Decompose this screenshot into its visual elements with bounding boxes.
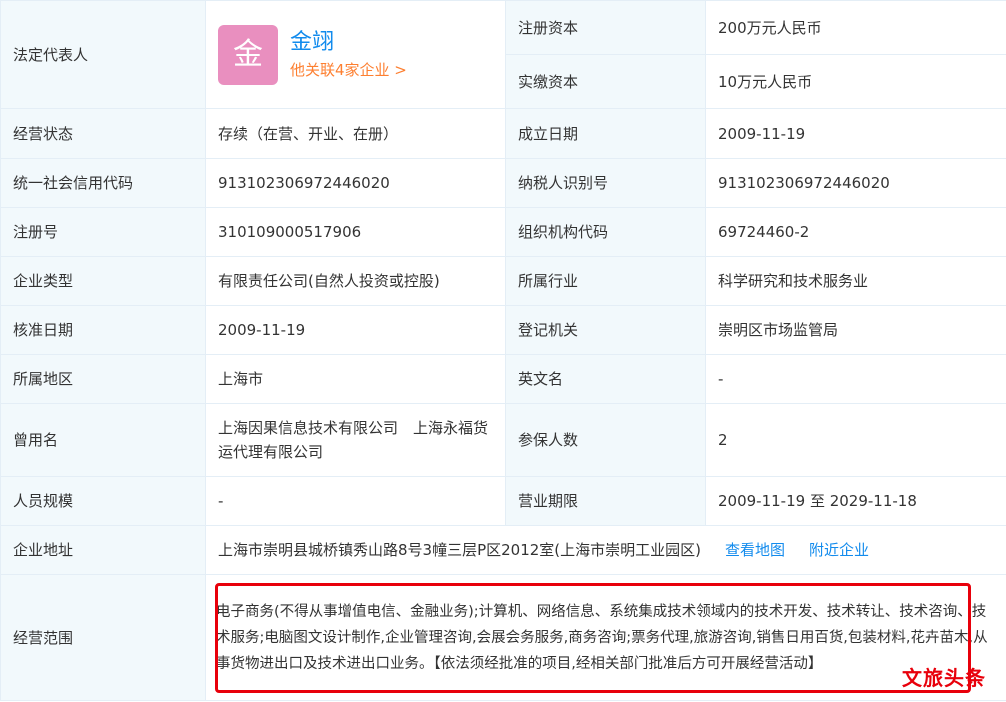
industry-value: 科学研究和技术服务业 [705,256,1006,306]
founded-value: 2009-11-19 [705,108,1006,159]
org-code-label: 组织机构代码 [505,207,706,257]
paid-capital-value: 10万元人民币 [705,54,1006,109]
nearby-companies-link[interactable]: 附近企业 [809,541,869,559]
staff-size-value: - [205,476,506,526]
view-map-link[interactable]: 查看地图 [725,541,785,559]
legal-rep-name-link[interactable]: 金翊 [290,28,407,58]
org-code-value: 69724460-2 [705,207,1006,257]
reg-capital-label: 注册资本 [505,0,706,55]
company-info-table: 法定代表人 金 金翊 他关联4家企业 > 注册资本 200万元人民币 实缴资本 … [0,0,1006,701]
legal-rep-label: 法定代表人 [0,0,206,109]
approval-date-label: 核准日期 [0,305,206,355]
paid-capital-label: 实缴资本 [505,54,706,109]
reg-no-label: 注册号 [0,207,206,257]
address-label: 企业地址 [0,525,206,575]
company-type-value: 有限责任公司(自然人投资或控股) [205,256,506,306]
company-type-label: 企业类型 [0,256,206,306]
business-term-value: 2009-11-19 至 2029-11-18 [705,476,1006,526]
avatar: 金 [218,24,278,85]
founded-label: 成立日期 [505,108,706,159]
former-name-label: 曾用名 [0,403,206,477]
english-name-value: - [705,354,1006,404]
region-label: 所属地区 [0,354,206,404]
tax-id-label: 纳税人识别号 [505,158,706,208]
watermark: 文旅头条 [902,666,986,690]
approval-date-value: 2009-11-19 [205,305,506,355]
business-scope-value: 电子商务(不得从事增值电信、金融业务);计算机、网络信息、系统集成技术领域内的技… [205,574,1006,701]
authority-value: 崇明区市场监管局 [705,305,1006,355]
legal-rep-cell: 金 金翊 他关联4家企业 > [205,0,506,109]
address-cell: 上海市崇明县城桥镇秀山路8号3幢三层P区2012室(上海市崇明工业园区) 查看地图… [205,525,1006,575]
credit-code-label: 统一社会信用代码 [0,158,206,208]
credit-code-value: 913102306972446020 [205,158,506,208]
related-companies-link[interactable]: 他关联4家企业 > [290,58,407,82]
insured-value: 2 [705,403,1006,477]
authority-label: 登记机关 [505,305,706,355]
address-value: 上海市崇明县城桥镇秀山路8号3幢三层P区2012室(上海市崇明工业园区) [218,541,702,559]
insured-label: 参保人数 [505,403,706,477]
business-scope-label: 经营范围 [0,574,206,701]
status-value: 存续（在营、开业、在册） [205,108,506,159]
tax-id-value: 913102306972446020 [705,158,1006,208]
region-value: 上海市 [205,354,506,404]
staff-size-label: 人员规模 [0,476,206,526]
industry-label: 所属行业 [505,256,706,306]
reg-capital-value: 200万元人民币 [705,0,1006,55]
business-term-label: 营业期限 [505,476,706,526]
status-label: 经营状态 [0,108,206,159]
former-name-value: 上海因果信息技术有限公司 上海永福货运代理有限公司 [205,403,506,477]
reg-no-value: 310109000517906 [205,207,506,257]
english-name-label: 英文名 [505,354,706,404]
